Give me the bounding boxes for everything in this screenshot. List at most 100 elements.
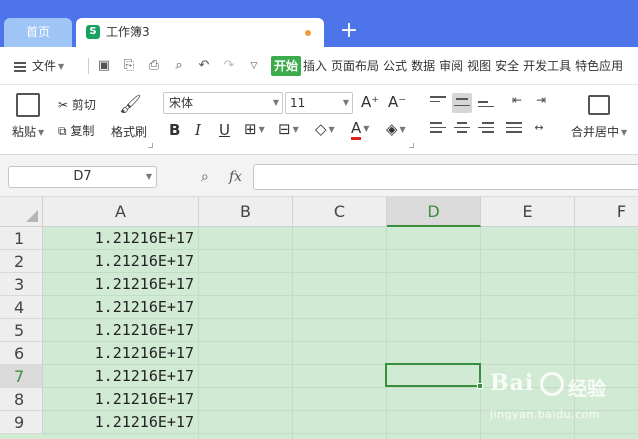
tab-document[interactable]: S 工作簿3 [76,18,324,47]
clear-format-button[interactable]: ◈ ▼ [386,120,406,138]
grow-font-button[interactable]: A⁺ [361,93,379,111]
decrease-indent-icon[interactable]: ⇤ [508,93,526,111]
increase-indent-icon[interactable]: ⇥ [532,93,550,111]
fx-icon[interactable]: fx [229,168,247,186]
align-middle-button[interactable] [452,93,472,113]
quick-access-dropdown-icon[interactable]: ▽ [245,57,263,75]
format-painter-icon[interactable]: 🖌 [119,93,142,117]
print-icon[interactable]: ⎙ [145,57,163,75]
justify-button[interactable] [504,119,524,139]
cell-a9[interactable]: 1.21216E+17 [43,411,198,434]
cell-a6[interactable]: 1.21216E+17 [43,342,198,365]
format-painter-button[interactable]: 格式刷 [111,123,147,140]
row-header[interactable]: 3 [0,273,43,296]
cell-a8[interactable]: 1.21216E+17 [43,388,198,411]
dialog-launcher-icon[interactable] [409,143,414,148]
align-left-button[interactable] [428,119,448,139]
watermark-url: jingyan.baidu.com [490,408,601,421]
paw-icon [540,372,564,396]
ribbon-toolbar: 粘贴 ▼ ✂ 剪切 ⧉ 复制 🖌 格式刷 宋体 ▼ 11 ▼ A⁺ A⁻ B I U … [0,85,638,155]
tab-security[interactable]: 安全 [493,56,521,76]
font-color-icon: A [351,119,362,140]
chevron-down-icon: ▼ [58,61,65,71]
print-preview-icon[interactable]: ⌕ [170,57,188,75]
italic-button[interactable]: I [195,121,201,139]
dialog-launcher-icon[interactable] [148,143,153,148]
column-header-f[interactable]: F [575,197,638,227]
column-header-c[interactable]: C [293,197,387,227]
select-all-corner[interactable] [0,197,43,227]
tab-special-apps[interactable]: 特色应用 [573,56,625,76]
tab-view[interactable]: 视图 [465,56,493,76]
align-right-button[interactable] [476,119,496,139]
unsaved-indicator-icon [305,30,311,36]
font-size-select[interactable]: 11 ▼ [285,92,353,114]
tab-developer[interactable]: 开发工具 [521,56,573,76]
cell-style-button[interactable]: ⊟ ▼ [278,120,299,138]
tab-start[interactable]: 开始 [271,56,302,76]
cut-button[interactable]: ✂ 剪切 [58,96,96,113]
cut-label: 剪切 [71,98,96,112]
column-header-b[interactable]: B [199,197,293,227]
active-cell-d7[interactable] [385,363,483,389]
row-header[interactable]: 1 [0,227,43,250]
chevron-down-icon: ▼ [399,125,406,134]
copy-button[interactable]: ⧉ 复制 [58,122,94,139]
add-tab-button[interactable]: + [338,19,360,43]
tab-review[interactable]: 审阅 [437,56,465,76]
align-bottom-button[interactable] [476,93,496,113]
column-header-e[interactable]: E [481,197,575,227]
font-color-button[interactable]: A ▼ [351,119,369,140]
tab-formulas[interactable]: 公式 [381,56,409,76]
paste-button[interactable]: 粘贴 ▼ [12,123,44,140]
file-menu-button[interactable]: 文件 ▼ [14,57,64,75]
watermark-brand-cn: 经验 [568,378,607,400]
row-header[interactable]: 8 [0,388,43,411]
copy-icon: ⧉ [58,124,67,138]
align-top-button[interactable] [428,93,448,113]
tab-page-layout[interactable]: 页面布局 [329,56,381,76]
tab-data[interactable]: 数据 [409,56,437,76]
formula-bar: D7 ▼ ⌕ fx [0,155,638,197]
formula-input[interactable] [253,164,638,190]
merge-cells-icon[interactable] [588,95,610,115]
row-header[interactable]: 7 [0,365,43,388]
row-header[interactable]: 9 [0,411,43,434]
fill-handle[interactable] [477,383,483,389]
baidu-jingyan-watermark: Bai 经验 jingyan.baidu.com [488,370,638,430]
name-box[interactable]: D7 ▼ [8,166,157,188]
row-header[interactable]: 4 [0,296,43,319]
fill-color-button[interactable]: ◇ ▼ [315,120,335,138]
column-header-a[interactable]: A [43,197,199,227]
border-button[interactable]: ⊞ ▼ [244,120,265,138]
merge-center-button[interactable]: 合并居中 ▼ [571,123,627,140]
cell-a1[interactable]: 1.21216E+17 [43,227,198,250]
paste-icon[interactable] [16,93,40,117]
distribute-icon[interactable]: ↔ [528,121,550,139]
font-name-select[interactable]: 宋体 ▼ [163,92,283,114]
watermark-brand: Bai [490,370,535,396]
redo-icon[interactable]: ↷ [220,57,238,75]
tab-insert[interactable]: 插入 [301,56,329,76]
save-icon[interactable]: ▣ [95,57,113,75]
chevron-down-icon: ▼ [38,128,45,137]
zoom-icon[interactable]: ⌕ [201,168,219,186]
row-header[interactable]: 2 [0,250,43,273]
row-header[interactable]: 6 [0,342,43,365]
export-pdf-icon[interactable]: ⎘ [120,57,138,75]
cell-a3[interactable]: 1.21216E+17 [43,273,198,296]
row-header[interactable]: 5 [0,319,43,342]
cell-a4[interactable]: 1.21216E+17 [43,296,198,319]
font-size-value: 11 [290,96,306,110]
undo-icon[interactable]: ↶ [195,57,213,75]
spreadsheet-icon: S [86,25,100,39]
cell-a7[interactable]: 1.21216E+17 [43,365,198,388]
column-header-d[interactable]: D [387,197,481,227]
tab-home[interactable]: 首页 [4,18,72,47]
cell-a5[interactable]: 1.21216E+17 [43,319,198,342]
underline-button[interactable]: U [219,121,230,139]
cell-a2[interactable]: 1.21216E+17 [43,250,198,273]
align-center-button[interactable] [452,119,472,139]
bold-button[interactable]: B [169,121,180,139]
shrink-font-button[interactable]: A⁻ [388,93,406,111]
